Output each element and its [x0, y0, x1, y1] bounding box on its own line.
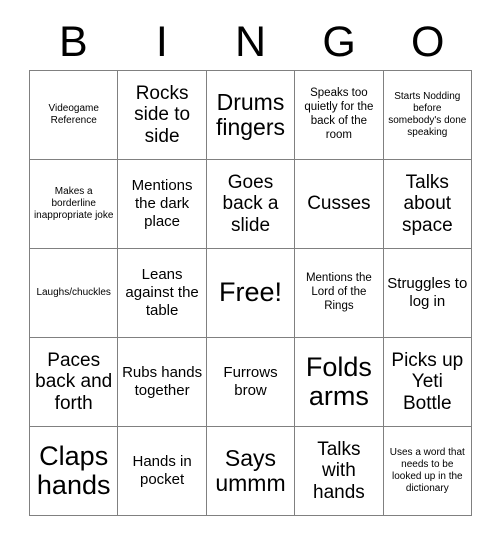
bingo-cell-label: Claps hands [36, 440, 111, 500]
bingo-cell-r2c3[interactable]: Goes back a slide [206, 160, 296, 249]
bingo-cell-r5c5[interactable]: Uses a word that needs to be looked up i… [383, 427, 472, 516]
bingo-cell-label: Folds arms [305, 351, 372, 411]
bingo-cell-r4c4[interactable]: Folds arms [295, 338, 384, 427]
bingo-cell-r5c3[interactable]: Says ummm [206, 427, 296, 516]
bingo-cell-r1c3[interactable]: Drums fingers [206, 71, 296, 160]
bingo-cell-r1c1[interactable]: Videogame Reference [30, 71, 119, 160]
bingo-cell-label: Cusses [307, 193, 371, 215]
bingo-cell-label: Struggles to log in [387, 275, 468, 310]
bingo-cell-label: Speaks too quietly for the back of the r… [304, 87, 374, 141]
bingo-cell-label: Uses a word that needs to be looked up i… [389, 446, 465, 495]
bingo-cell-r4c1[interactable]: Paces back and forth [30, 338, 119, 427]
bingo-cell-label: Rocks side to side [134, 82, 191, 147]
bingo-cell-label: Mentions the Lord of the Rings [305, 272, 372, 312]
bingo-cell-r4c5[interactable]: Picks up Yeti Bottle [383, 338, 472, 427]
bingo-cell-label: Starts Nodding before somebody's done sp… [388, 90, 467, 139]
bingo-cell-label: Furrows brow [223, 364, 278, 399]
header-letter-o: O [410, 17, 445, 66]
bingo-cell-label: Drums fingers [215, 88, 286, 140]
bingo-cell-free-space[interactable]: Free! [206, 249, 296, 338]
bingo-cell-r3c5[interactable]: Struggles to log in [383, 249, 472, 338]
bingo-cell-label: Hands in pocket [132, 453, 192, 488]
bingo-cell-label: Goes back a slide [222, 171, 279, 236]
bingo-cell-r1c2[interactable]: Rocks side to side [118, 71, 207, 160]
bingo-cell-label: Makes a borderline inappropriate joke [33, 185, 114, 222]
header-letter-g: G [322, 17, 356, 66]
bingo-cell-r2c5[interactable]: Talks about space [383, 160, 472, 249]
bingo-cell-r3c4[interactable]: Mentions the Lord of the Rings [295, 249, 384, 338]
bingo-cell-r2c2[interactable]: Mentions the dark place [118, 160, 207, 249]
free-space-label: Free! [218, 277, 282, 308]
bingo-cell-label: Talks about space [401, 171, 453, 236]
bingo-cell-r3c2[interactable]: Leans against the table [118, 249, 207, 338]
bingo-grid: Videogame Reference Rocks side to side D… [29, 70, 472, 516]
bingo-cell-label: Rubs hands together [122, 364, 203, 399]
bingo-cell-label: Says ummm [215, 444, 286, 496]
bingo-cell-r5c4[interactable]: Talks with hands [295, 427, 384, 516]
bingo-cell-r5c2[interactable]: Hands in pocket [118, 427, 207, 516]
bingo-card: B I N G O Videogame Reference Rocks side… [0, 0, 500, 544]
bingo-header: B I N G O [29, 14, 472, 70]
bingo-cell-label: Talks with hands [313, 438, 365, 503]
bingo-cell-label: Videogame Reference [48, 102, 99, 126]
bingo-cell-label: Laughs/chuckles [36, 286, 111, 298]
bingo-cell-label: Paces back and forth [35, 349, 113, 414]
bingo-cell-r1c4[interactable]: Speaks too quietly for the back of the r… [295, 71, 384, 160]
bingo-cell-r4c2[interactable]: Rubs hands together [118, 338, 207, 427]
bingo-cell-label: Leans against the table [125, 266, 199, 319]
header-letter-b: B [58, 17, 88, 66]
bingo-cell-r2c4[interactable]: Cusses [295, 160, 384, 249]
bingo-cell-r3c1[interactable]: Laughs/chuckles [30, 249, 119, 338]
header-letter-i: I [155, 17, 168, 66]
bingo-cell-r2c1[interactable]: Makes a borderline inappropriate joke [30, 160, 119, 249]
header-letter-n: N [234, 17, 267, 66]
bingo-cell-label: Mentions the dark place [131, 177, 193, 230]
bingo-cell-r4c3[interactable]: Furrows brow [206, 338, 296, 427]
bingo-cell-r1c5[interactable]: Starts Nodding before somebody's done sp… [383, 71, 472, 160]
bingo-cell-r5c1[interactable]: Claps hands [30, 427, 119, 516]
bingo-cell-label: Picks up Yeti Bottle [391, 349, 464, 414]
